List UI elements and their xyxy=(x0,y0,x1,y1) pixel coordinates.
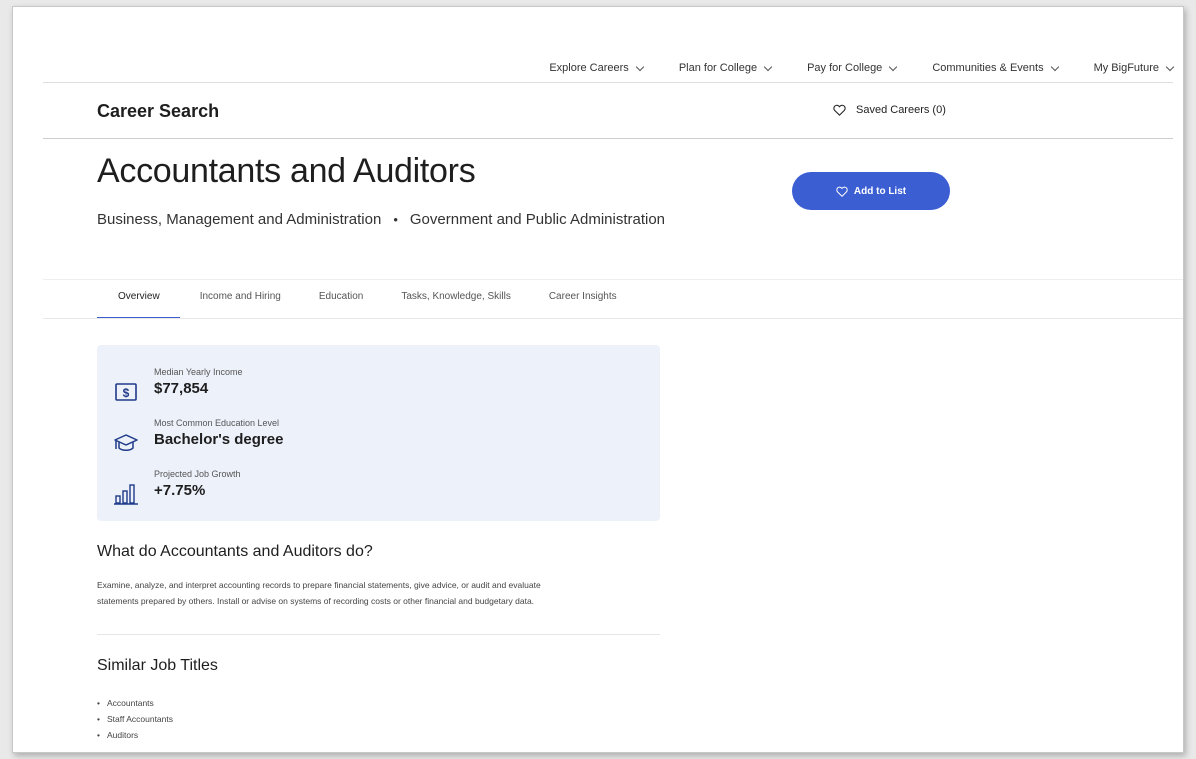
similar-titles-heading: Similar Job Titles xyxy=(97,657,218,674)
divider xyxy=(43,318,1183,319)
list-item: Accountants xyxy=(97,695,173,711)
subheader: Career Search Saved Careers (0) xyxy=(43,83,1173,139)
list-item: Staff Accountants xyxy=(97,711,173,727)
tab-income-and-hiring[interactable]: Income and Hiring xyxy=(200,281,281,319)
career-summary-card: $ Median Yearly Income $77,854 Most Comm… xyxy=(97,345,660,521)
add-to-list-button[interactable]: Add to List xyxy=(792,172,950,210)
separator: • xyxy=(393,212,398,227)
nav-label: Pay for College xyxy=(807,62,883,74)
nav-plan-for-college[interactable]: Plan for College xyxy=(678,62,773,74)
top-navigation: Explore Careers Plan for College Pay for… xyxy=(43,53,1175,83)
svg-text:$: $ xyxy=(123,386,130,400)
section-title[interactable]: Career Search xyxy=(97,101,219,122)
page-title: Accountants and Auditors xyxy=(97,152,476,190)
divider xyxy=(97,634,660,635)
nav-label: Explore Careers xyxy=(549,62,629,74)
tab-education[interactable]: Education xyxy=(319,281,363,319)
tab-bar: Overview Income and Hiring Education Tas… xyxy=(97,281,655,319)
tab-overview[interactable]: Overview xyxy=(97,281,180,319)
bar-chart-icon xyxy=(114,484,138,505)
divider xyxy=(43,279,1183,280)
stat-education-level: Most Common Education Level Bachelor's d… xyxy=(97,418,660,462)
cluster-link[interactable]: Government and Public Administration xyxy=(410,211,665,228)
similar-titles-list: Accountants Staff Accountants Auditors xyxy=(97,695,173,743)
tab-career-insights[interactable]: Career Insights xyxy=(549,281,617,319)
browser-frame: Explore Careers Plan for College Pay for… xyxy=(12,6,1184,753)
stat-label: Median Yearly Income xyxy=(154,367,243,377)
chevron-down-icon xyxy=(1165,62,1175,71)
stat-job-growth: Projected Job Growth +7.75% xyxy=(97,469,660,513)
career-clusters: Business, Management and Administration … xyxy=(97,211,665,228)
chevron-down-icon xyxy=(1050,62,1059,71)
heart-icon xyxy=(833,104,846,116)
chevron-down-icon xyxy=(763,62,773,71)
stat-value: +7.75% xyxy=(154,482,206,499)
nav-label: Communities & Events xyxy=(932,62,1044,74)
nav-my-bigfuture[interactable]: My BigFuture xyxy=(1093,62,1175,74)
nav-label: My BigFuture xyxy=(1093,62,1159,74)
list-item: Auditors xyxy=(97,727,173,743)
saved-careers-link[interactable]: Saved Careers (0) xyxy=(833,104,946,116)
stat-median-income: $ Median Yearly Income $77,854 xyxy=(97,367,660,411)
graduation-cap-icon xyxy=(114,434,138,451)
heart-icon xyxy=(836,186,848,197)
chevron-down-icon xyxy=(635,62,645,71)
stat-value: $77,854 xyxy=(154,380,209,397)
career-description: Examine, analyze, and interpret accounti… xyxy=(97,577,677,609)
what-do-heading: What do Accountants and Auditors do? xyxy=(97,543,373,560)
description-line: Examine, analyze, and interpret accounti… xyxy=(97,580,541,590)
chevron-down-icon xyxy=(889,62,898,71)
cluster-link[interactable]: Business, Management and Administration xyxy=(97,211,381,228)
nav-label: Plan for College xyxy=(678,62,758,74)
nav-explore-careers[interactable]: Explore Careers xyxy=(549,62,645,74)
nav-communities-events[interactable]: Communities & Events xyxy=(932,62,1059,74)
nav-pay-for-college[interactable]: Pay for College xyxy=(807,62,898,74)
dollar-icon: $ xyxy=(115,383,137,401)
stat-label: Most Common Education Level xyxy=(154,418,280,428)
description-line: statements prepared by others. Install o… xyxy=(97,596,535,606)
saved-careers-label: Saved Careers (0) xyxy=(856,104,946,116)
stat-label: Projected Job Growth xyxy=(154,469,241,479)
tab-tasks-knowledge-skills[interactable]: Tasks, Knowledge, Skills xyxy=(401,281,511,319)
stat-value: Bachelor's degree xyxy=(154,431,284,448)
add-to-list-label: Add to List xyxy=(853,185,907,197)
